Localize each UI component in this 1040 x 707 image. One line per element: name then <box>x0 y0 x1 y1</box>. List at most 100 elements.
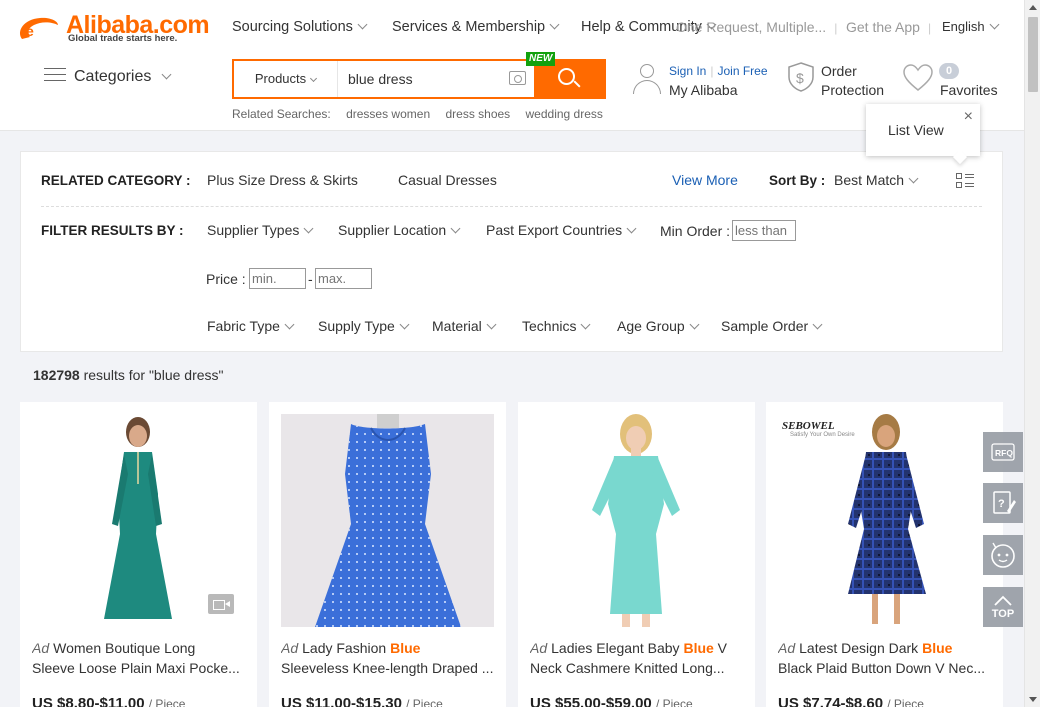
ad-label: Ad <box>778 640 796 656</box>
scrollbar[interactable] <box>1024 0 1040 707</box>
feedback-button[interactable]: ? <box>983 483 1023 523</box>
ad-label: Ad <box>281 640 299 656</box>
price-unit: / Piece <box>655 697 693 707</box>
product-title[interactable]: Ad Latest Design Dark Blue Black Plaid Bu… <box>778 638 991 678</box>
title-text-post: V <box>713 640 728 656</box>
filter-technics[interactable]: Technics <box>522 318 591 334</box>
order-protection-label: Order Protection <box>821 62 884 100</box>
nav-sourcing-solutions[interactable]: Sourcing Solutions <box>232 19 368 35</box>
results-count: 182798 results for "blue dress" <box>33 367 224 383</box>
title-text: Latest Design Dark <box>799 640 923 656</box>
rfq-icon: RFQ <box>991 443 1015 461</box>
user-icon[interactable] <box>633 64 661 96</box>
chevron-down-icon <box>812 319 823 330</box>
search-scope-label: Products <box>254 71 307 86</box>
chevron-down-icon <box>486 319 497 330</box>
product-card[interactable]: Ad Lady Fashion Blue Sleeveless Knee-leng… <box>269 402 506 707</box>
min-order-input[interactable] <box>732 220 796 241</box>
product-card[interactable]: Ad Ladies Elegant Baby Blue V Neck Cashme… <box>518 402 755 707</box>
sign-in-link[interactable]: Sign In <box>669 64 706 78</box>
view-more-link[interactable]: View More <box>672 172 738 188</box>
product-image[interactable] <box>778 414 991 627</box>
product-title[interactable]: Ad Women Boutique Long Sleeve Loose Plain… <box>32 638 245 678</box>
title-keyword: Blue <box>390 640 421 656</box>
filter-label: Supply Type <box>318 318 395 334</box>
price-value: US $8.80-$11.00 <box>32 695 145 707</box>
related-search-link[interactable]: dress shoes <box>445 107 510 121</box>
product-card[interactable]: SEBOWEL Satisfy Your Own Desire Ad Latest… <box>766 402 1003 707</box>
alibaba-logo[interactable]: e Alibaba.com Global trade starts here. <box>14 11 210 47</box>
product-title[interactable]: Ad Ladies Elegant Baby Blue V Neck Cashme… <box>530 638 743 678</box>
search-scope-select[interactable]: Products <box>234 61 338 97</box>
filter-material[interactable]: Material <box>432 318 497 334</box>
filter-label: Sample Order <box>721 318 809 334</box>
get-app-label: Get the App <box>846 19 920 35</box>
join-free-link[interactable]: Join Free <box>717 64 767 78</box>
product-photo-plaid-dress <box>848 414 926 624</box>
filter-age-group[interactable]: Age Group <box>617 318 700 334</box>
price-value: US $7.74-$8.60 <box>778 695 884 707</box>
chevron-down-icon <box>450 223 461 234</box>
filter-supplier-location[interactable]: Supplier Location <box>338 222 461 238</box>
scroll-thumb[interactable] <box>1028 17 1038 92</box>
my-alibaba-link[interactable]: My Alibaba <box>669 82 737 98</box>
brand-logo-sebowel: SEBOWEL <box>782 420 835 432</box>
brand-tagline: Global trade starts here. <box>68 33 178 44</box>
price-value: US $55.00-$59.00 <box>530 695 652 707</box>
sort-by-select[interactable]: Best Match <box>834 172 919 188</box>
related-search-link[interactable]: dresses women <box>346 107 430 121</box>
chevron-down-icon <box>161 69 172 80</box>
price-unit: / Piece <box>148 697 186 707</box>
product-title[interactable]: Ad Lady Fashion Blue Sleeveless Knee-leng… <box>281 638 494 678</box>
filter-past-export-countries[interactable]: Past Export Countries <box>486 222 637 238</box>
close-icon[interactable]: × <box>964 109 973 125</box>
price-max-input[interactable] <box>315 268 372 289</box>
new-badge: NEW <box>526 52 556 66</box>
chevron-down-icon <box>310 74 318 83</box>
top-label: TOP <box>991 608 1015 620</box>
list-view-popup: List View × <box>866 104 980 165</box>
logo-icon: e <box>20 17 58 39</box>
chevron-down-icon <box>303 223 314 234</box>
related-search-link[interactable]: wedding dress <box>526 107 603 121</box>
back-to-top-button[interactable]: TOP <box>983 587 1023 627</box>
filter-label: Age Group <box>617 318 685 334</box>
filter-supply-type[interactable]: Supply Type <box>318 318 410 334</box>
rfq-ghost-text[interactable]: One Request, Multiple... | <box>676 19 845 35</box>
product-image[interactable] <box>530 414 743 627</box>
nav-services-membership[interactable]: Services & Membership <box>392 19 560 35</box>
brand-sub: Satisfy Your Own Desire <box>790 432 855 438</box>
results-text: results for "blue dress" <box>79 367 224 383</box>
chevron-down-icon <box>357 19 368 30</box>
categories-menu[interactable]: Categories <box>44 67 172 86</box>
scroll-down-arrow-icon[interactable] <box>1029 697 1037 702</box>
camera-icon[interactable] <box>509 71 526 85</box>
price-min-input[interactable] <box>249 268 306 289</box>
filter-results-label: FILTER RESULTS BY : <box>41 223 184 238</box>
search-input[interactable] <box>339 61 535 97</box>
title-text: Women Boutique Long <box>53 640 196 656</box>
rfq-label: RFQ <box>995 448 1013 458</box>
related-category-link[interactable]: Plus Size Dress & Skirts <box>207 172 358 188</box>
video-icon[interactable] <box>208 594 234 614</box>
product-card[interactable]: Ad Women Boutique Long Sleeve Loose Plain… <box>20 402 257 707</box>
price-label: Price : <box>206 271 246 287</box>
filter-label: Supplier Location <box>338 222 447 238</box>
filter-supplier-types[interactable]: Supplier Types <box>207 222 314 238</box>
scroll-up-arrow-icon[interactable] <box>1029 5 1037 10</box>
product-image[interactable] <box>281 414 494 627</box>
language-select[interactable]: English <box>942 19 1000 34</box>
chevron-down-icon <box>989 19 1000 30</box>
filter-fabric-type[interactable]: Fabric Type <box>207 318 295 334</box>
rfq-button[interactable]: RFQ <box>983 432 1023 472</box>
title-line2: Sleeveless Knee-length Draped ... <box>281 660 494 676</box>
filter-sample-order[interactable]: Sample Order <box>721 318 823 334</box>
search-icon <box>558 68 575 85</box>
get-app-link[interactable]: Get the App | <box>846 19 939 35</box>
list-view-icon[interactable] <box>956 173 974 189</box>
order-line2: Protection <box>821 82 885 98</box>
related-searches-label: Related Searches: <box>232 107 331 121</box>
price-value: US $11.00-$15.30 <box>281 695 402 707</box>
related-category-link[interactable]: Casual Dresses <box>398 172 497 188</box>
chat-button[interactable] <box>983 535 1023 575</box>
